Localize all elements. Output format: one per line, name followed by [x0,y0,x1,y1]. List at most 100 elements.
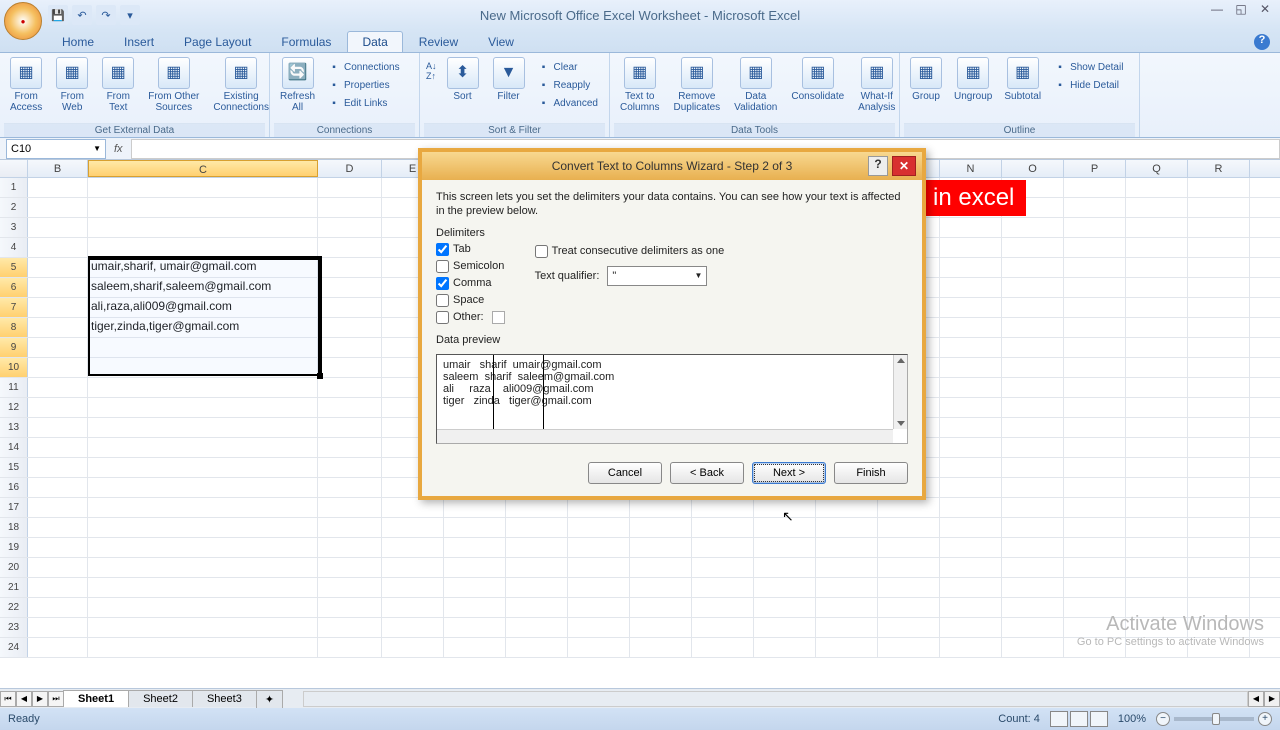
cell[interactable] [88,218,318,237]
cell[interactable] [1064,578,1126,597]
cell[interactable] [318,378,382,397]
cell[interactable] [1002,458,1064,477]
ribbon-item[interactable]: ▪Hide Detail [1049,77,1127,93]
cell[interactable] [444,558,506,577]
zoom-out-button[interactable]: − [1156,712,1170,726]
cell[interactable] [878,518,940,537]
ribbon-item[interactable]: ▪Reapply [533,77,602,93]
save-icon[interactable]: 💾 [48,5,68,25]
cell[interactable] [28,518,88,537]
row-header[interactable]: 23 [0,618,28,637]
cell[interactable] [940,518,1002,537]
cell[interactable] [1002,378,1064,397]
cell[interactable] [630,538,692,557]
cell[interactable] [318,598,382,617]
cell[interactable] [1188,538,1250,557]
cell[interactable] [692,518,754,537]
cell[interactable] [318,558,382,577]
dialog-close-icon[interactable]: ✕ [892,156,916,176]
cell[interactable] [28,638,88,657]
cell[interactable] [1188,518,1250,537]
tab-home[interactable]: Home [48,32,108,52]
cell[interactable] [1188,338,1250,357]
cell[interactable] [630,638,692,657]
cell[interactable] [1002,558,1064,577]
tab-data[interactable]: Data [347,31,402,52]
cell[interactable] [816,538,878,557]
cell[interactable] [318,398,382,417]
row-header[interactable]: 5 [0,258,28,277]
cell[interactable] [318,438,382,457]
cell[interactable] [318,358,382,377]
cell[interactable] [940,338,1002,357]
cell[interactable] [754,618,816,637]
cell[interactable] [382,618,444,637]
cell[interactable] [1064,198,1126,217]
row-header[interactable]: 11 [0,378,28,397]
ribbon-item[interactable]: ▪Show Detail [1049,59,1127,75]
cell[interactable] [318,298,382,317]
view-normal-icon[interactable] [1050,711,1068,727]
cell[interactable] [444,618,506,637]
row-header[interactable]: 2 [0,198,28,217]
sort-button[interactable]: ⬍Sort [441,55,485,104]
outline-ungroup[interactable]: ▦Ungroup [948,55,998,104]
cell[interactable] [568,538,630,557]
cell[interactable] [318,518,382,537]
outline-group[interactable]: ▦Group [904,55,948,104]
cell[interactable] [1126,498,1188,517]
sheet-nav-first-icon[interactable]: ⏮ [0,691,16,707]
cell[interactable] [88,598,318,617]
cell[interactable] [1126,418,1188,437]
cell[interactable] [318,498,382,517]
cell[interactable] [1002,578,1064,597]
cell[interactable] [1064,438,1126,457]
column-header[interactable]: Q [1126,160,1188,177]
cancel-button[interactable]: Cancel [588,462,662,484]
cell[interactable] [630,498,692,517]
cell[interactable] [1126,298,1188,317]
cell[interactable] [1188,298,1250,317]
cell[interactable] [816,618,878,637]
cell[interactable] [1188,438,1250,457]
cell[interactable] [1064,378,1126,397]
cell[interactable] [1188,578,1250,597]
cell[interactable] [444,638,506,657]
cell[interactable] [318,238,382,257]
cell[interactable] [28,558,88,577]
column-header[interactable]: R [1188,160,1250,177]
cell[interactable] [318,578,382,597]
cell[interactable] [506,558,568,577]
cell[interactable] [506,518,568,537]
dialog-help-icon[interactable]: ? [868,156,888,176]
cell[interactable] [754,518,816,537]
filter-button[interactable]: ▼Filter [487,55,531,104]
cell[interactable] [28,498,88,517]
cell[interactable] [88,358,318,377]
ext-from[interactable]: ▦From Access [4,55,48,115]
cell[interactable] [816,598,878,617]
cell[interactable] [940,218,1002,237]
column-header[interactable]: N [940,160,1002,177]
cell[interactable] [568,598,630,617]
row-header[interactable]: 4 [0,238,28,257]
cell[interactable] [1188,458,1250,477]
cell[interactable] [1126,378,1188,397]
cell[interactable] [754,558,816,577]
cell[interactable] [878,598,940,617]
cell[interactable] [444,498,506,517]
qat-customize-icon[interactable]: ▾ [120,5,140,25]
cell[interactable] [1002,258,1064,277]
cell[interactable] [1188,358,1250,377]
cell[interactable] [754,578,816,597]
cell[interactable] [88,238,318,257]
cell[interactable] [318,478,382,497]
cell[interactable] [1002,358,1064,377]
cell[interactable] [940,238,1002,257]
cell[interactable] [1002,298,1064,317]
cell[interactable] [28,278,88,297]
cell[interactable] [816,638,878,657]
cell[interactable] [1188,498,1250,517]
row-header[interactable]: 3 [0,218,28,237]
row-header[interactable]: 16 [0,478,28,497]
